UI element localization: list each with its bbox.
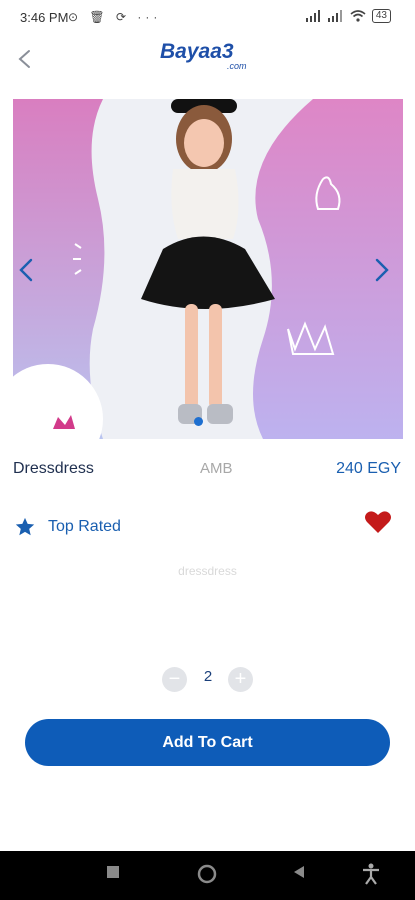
accessibility-icon[interactable] [362,863,380,885]
notification-icons: ⊙ 🗑 ⟳ ··· [68,10,162,24]
logo-sub-text: .com [227,61,247,71]
product-photo [13,99,403,439]
next-image-button[interactable] [368,256,394,284]
product-image[interactable] [13,99,403,439]
signal-icon [305,10,320,22]
favorite-button[interactable] [364,509,392,535]
back-button[interactable] [12,44,40,74]
decrease-quantity-button[interactable]: − [162,667,187,692]
top-rated-label: Top Rated [48,518,121,535]
quantity-stepper: − 2 + [162,667,254,693]
system-nav-bar [0,851,415,900]
heart-icon [365,511,391,533]
brand-logo: Bayaa3 .com [160,38,260,74]
signal-icon-2 [327,10,342,22]
chevron-left-icon [18,50,30,68]
back-nav-icon[interactable] [292,865,306,879]
carousel-indicator[interactable] [194,417,203,426]
status-bar: 3:46 PM ⊙ 🗑 ⟳ ··· 43 [0,0,415,34]
product-brand: AMB [200,460,233,477]
home-icon[interactable] [197,864,217,884]
increase-quantity-button[interactable]: + [228,667,253,692]
wifi-icon [350,10,366,22]
battery-icon: 43 [371,9,391,23]
status-time: 3:46 PM [20,10,69,25]
product-description: dressdress [178,564,237,578]
top-rated-badge: Top Rated [14,516,121,538]
status-indicators: 43 [305,9,391,23]
logo-main-text: Bayaa3 [160,40,234,63]
add-to-cart-button[interactable]: Add To Cart [25,719,390,766]
product-name: Dressdress [13,460,94,477]
recents-icon[interactable] [106,865,120,879]
product-price: 240 EGY [336,460,401,477]
quantity-value: 2 [203,668,213,685]
chevron-left-icon [19,258,33,282]
star-icon [15,517,35,536]
prev-image-button[interactable] [14,256,40,284]
chevron-right-icon [375,258,389,282]
